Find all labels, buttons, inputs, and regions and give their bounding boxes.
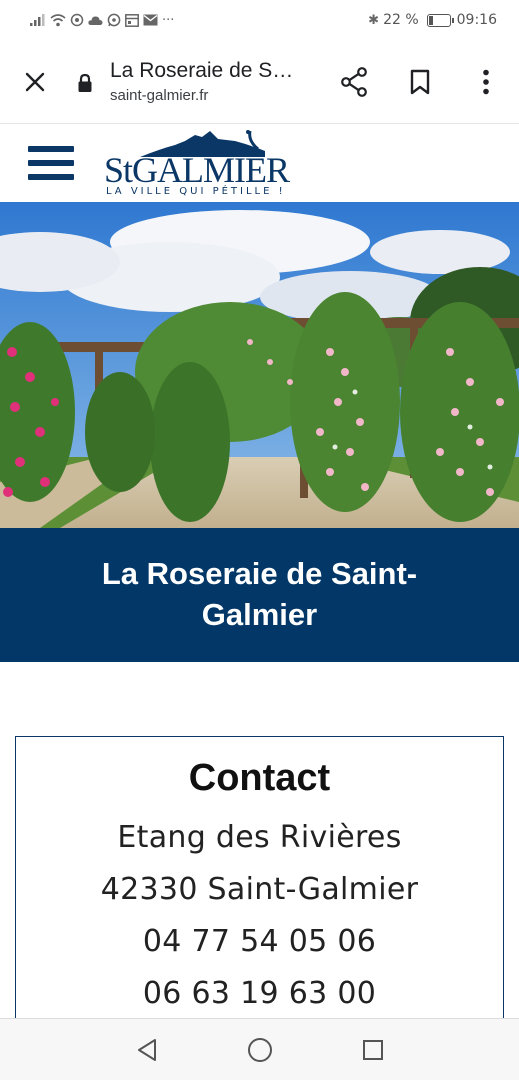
logo-wordmark: StGALMIER: [104, 150, 290, 190]
battery-icon: [426, 13, 454, 27]
gmail-icon: [70, 13, 84, 27]
system-nav-bar: [0, 1018, 519, 1080]
status-icons: ···: [30, 13, 174, 27]
address-bar[interactable]: La Roseraie de S… saint-galmier.fr: [100, 59, 321, 104]
more-vert-icon: [483, 69, 489, 94]
contact-address-line1: Etang des Rivières: [117, 820, 402, 855]
clock: 09:16: [456, 12, 497, 28]
close-icon: [25, 72, 45, 91]
hamburger-menu-icon[interactable]: [28, 146, 74, 180]
site-logo[interactable]: StGALMIER LA VILLE QUI PÉTILLE !: [104, 127, 314, 199]
page-title: La Roseraie de Saint-Galmier: [101, 556, 418, 632]
lock-icon[interactable]: [70, 73, 100, 93]
wifi-icon: [50, 13, 66, 26]
bookmark-icon: [410, 69, 430, 94]
battery-fill: [428, 15, 433, 25]
battery-percentage: 22 %: [383, 12, 419, 28]
recents-button[interactable]: [353, 1030, 393, 1070]
contact-card: Contact Etang des Rivières 42330 Saint-G…: [15, 736, 504, 1056]
whatsapp-icon: [107, 13, 121, 27]
contact-phone-1[interactable]: 04 77 54 05 06: [16, 916, 503, 968]
menu-button[interactable]: [453, 40, 519, 124]
cloud-icon: [88, 15, 103, 25]
site-header: StGALMIER LA VILLE QUI PÉTILLE !: [0, 124, 519, 202]
close-tab-button[interactable]: [0, 40, 70, 124]
mail-icon: [143, 14, 158, 26]
recents-icon: [362, 1039, 383, 1060]
contact-heading: Contact: [188, 757, 331, 799]
share-button[interactable]: [321, 40, 387, 124]
back-button[interactable]: [127, 1030, 167, 1070]
browser-toolbar: La Roseraie de S… saint-galmier.fr: [0, 40, 519, 124]
page-title-band: La Roseraie de Saint-Galmier: [0, 528, 519, 662]
home-button[interactable]: [240, 1030, 280, 1070]
tab-title: La Roseraie de S…: [110, 59, 294, 82]
home-icon: [247, 1037, 272, 1062]
contact-phone-2[interactable]: 06 63 19 63 00: [16, 968, 503, 1020]
back-icon: [137, 1038, 156, 1061]
more-icon: ···: [162, 12, 175, 28]
logo-tagline: LA VILLE QUI PÉTILLE !: [106, 186, 286, 197]
hero-image: [0, 202, 519, 528]
status-system: ✱ 22 % 09:16: [368, 12, 497, 28]
status-bar: ··· ✱ 22 % 09:16: [0, 0, 519, 40]
bluetooth-icon: ✱: [368, 12, 380, 28]
share-icon: [341, 66, 367, 97]
bookmark-button[interactable]: [387, 40, 453, 124]
url-domain: saint-galmier.fr: [110, 87, 209, 104]
signal-icon: [30, 14, 45, 26]
calendar-icon: [125, 13, 139, 27]
contact-address-line2: 42330 Saint-Galmier: [100, 872, 419, 907]
